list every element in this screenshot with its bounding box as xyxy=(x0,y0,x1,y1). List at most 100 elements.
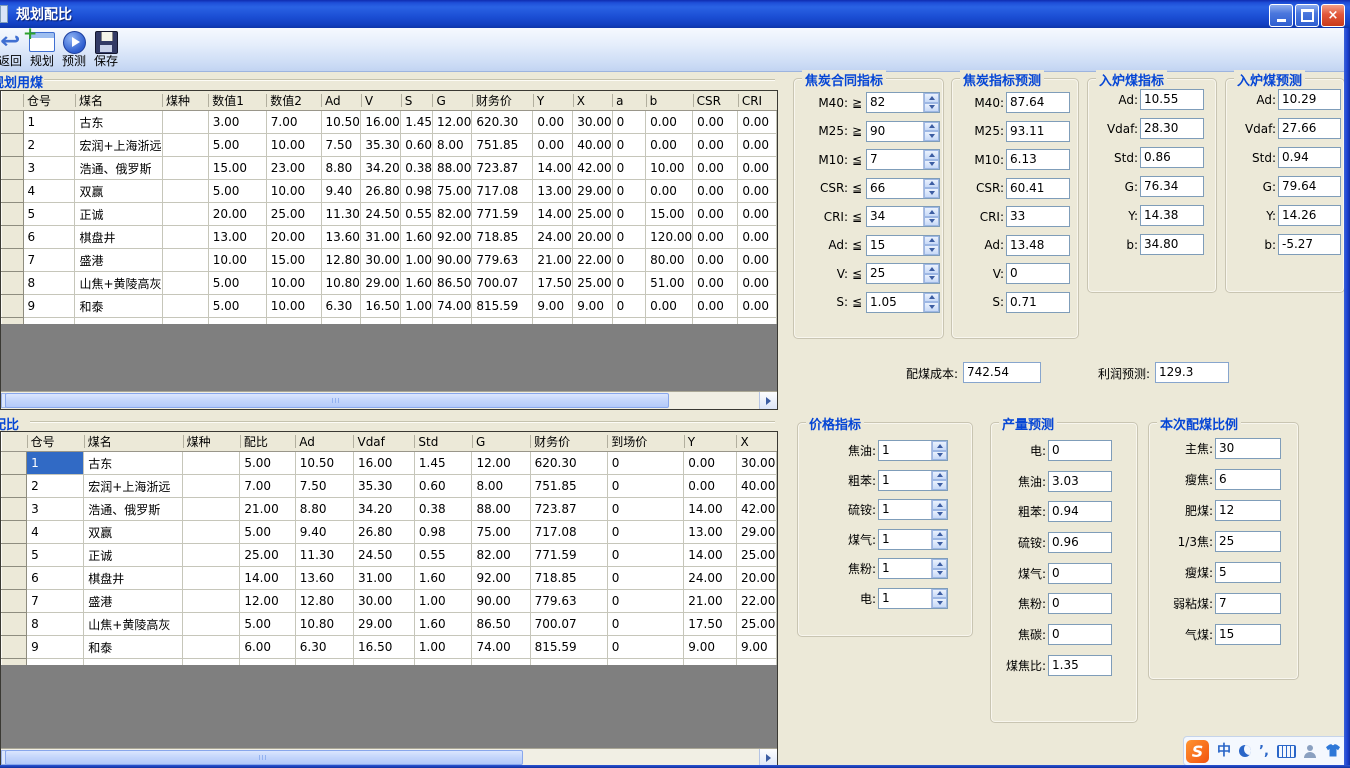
profit-field[interactable]: 129.3 xyxy=(1155,362,1229,383)
cell[interactable]: 75.00 xyxy=(472,521,530,544)
cell[interactable]: 0.00 xyxy=(646,134,693,157)
cost-field[interactable]: 742.54 xyxy=(963,362,1041,383)
text-field[interactable]: 79.64 xyxy=(1278,176,1341,197)
cell[interactable]: 5.00 xyxy=(208,272,266,295)
cell[interactable]: 0.00 xyxy=(738,134,777,157)
cell[interactable] xyxy=(183,567,240,590)
cell[interactable]: 0 xyxy=(612,180,646,203)
close-button[interactable]: × xyxy=(1321,4,1345,27)
spin-down-button[interactable] xyxy=(924,131,939,141)
cell[interactable]: 0.00 xyxy=(693,180,738,203)
cell[interactable]: 0.38 xyxy=(401,157,433,180)
cell[interactable]: 25.00 xyxy=(240,544,295,567)
planning-table-hscrollbar[interactable] xyxy=(1,391,777,409)
cell[interactable]: 0 xyxy=(612,203,646,226)
spin-up-button[interactable] xyxy=(924,179,939,189)
cell[interactable]: 12.80 xyxy=(295,590,353,613)
text-field[interactable]: 33 xyxy=(1006,206,1070,227)
row-selector[interactable] xyxy=(2,475,27,498)
text-field[interactable]: 14.38 xyxy=(1140,205,1204,226)
cell[interactable]: 0 xyxy=(612,272,646,295)
cell[interactable]: 0.98 xyxy=(401,180,433,203)
cell[interactable]: 30.00 xyxy=(361,249,401,272)
maximize-button[interactable] xyxy=(1295,4,1319,27)
cell[interactable]: 10.00 xyxy=(266,272,321,295)
spin-input[interactable]: 66 xyxy=(866,178,940,199)
cell[interactable]: 22.00 xyxy=(736,590,776,613)
cell[interactable]: 0 xyxy=(607,636,684,659)
cell[interactable]: 21.00 xyxy=(684,590,737,613)
cell[interactable]: 0.00 xyxy=(738,249,777,272)
cell[interactable]: 0 xyxy=(612,295,646,318)
row-selector[interactable] xyxy=(2,498,27,521)
cell[interactable]: 9.40 xyxy=(295,521,353,544)
cell[interactable]: 25.00 xyxy=(736,613,776,636)
cell[interactable]: 1.00 xyxy=(414,590,472,613)
row-selector[interactable] xyxy=(2,134,24,157)
spin-up-button[interactable] xyxy=(932,589,947,599)
spin-down-button[interactable] xyxy=(924,245,939,255)
cell[interactable]: 棋盘井 xyxy=(75,226,162,249)
column-header[interactable]: 仓号 xyxy=(23,91,75,111)
cell[interactable]: 9.00 xyxy=(736,636,776,659)
cell[interactable]: 1.60 xyxy=(401,226,433,249)
cell[interactable]: 779.63 xyxy=(530,590,607,613)
cell[interactable]: 0 xyxy=(607,544,684,567)
cell[interactable]: 0.60 xyxy=(401,134,433,157)
cell[interactable]: 0.00 xyxy=(693,295,738,318)
spin-up-button[interactable] xyxy=(932,471,947,481)
row-selector[interactable] xyxy=(2,272,24,295)
cell[interactable] xyxy=(183,475,240,498)
cell[interactable]: 1.45 xyxy=(401,111,433,134)
cell[interactable]: 5.00 xyxy=(208,180,266,203)
chinese-mode-icon[interactable]: 中 xyxy=(1217,744,1231,758)
cell[interactable]: 74.00 xyxy=(432,295,471,318)
row-selector[interactable] xyxy=(2,567,27,590)
row-selector[interactable] xyxy=(2,544,27,567)
cell[interactable]: 7.00 xyxy=(266,111,321,134)
spin-value[interactable]: 1 xyxy=(879,500,931,519)
cell[interactable]: 700.07 xyxy=(472,272,533,295)
spin-value[interactable]: 1 xyxy=(879,559,931,578)
cell[interactable]: 10.00 xyxy=(266,134,321,157)
cell[interactable]: 88.00 xyxy=(432,157,471,180)
cell[interactable] xyxy=(183,544,240,567)
cell[interactable] xyxy=(162,134,208,157)
cell[interactable]: 正诚 xyxy=(75,203,162,226)
skin-shirt-icon[interactable] xyxy=(1325,744,1341,758)
cell[interactable]: 5.00 xyxy=(240,452,295,475)
ratio-table-hscrollbar[interactable] xyxy=(1,748,777,766)
text-field[interactable]: 13.48 xyxy=(1006,235,1070,256)
spin-value[interactable]: 7 xyxy=(867,150,923,169)
column-header[interactable]: Vdaf xyxy=(353,432,414,452)
cell[interactable] xyxy=(162,203,208,226)
row-selector[interactable] xyxy=(2,590,27,613)
sogou-logo-icon[interactable]: S xyxy=(1186,740,1209,763)
cell[interactable]: 80.00 xyxy=(646,249,693,272)
cell[interactable]: 0 xyxy=(607,567,684,590)
spin-input[interactable]: 1 xyxy=(878,440,948,461)
cell[interactable]: 15.00 xyxy=(646,203,693,226)
cell[interactable] xyxy=(162,249,208,272)
cell[interactable]: 26.80 xyxy=(361,180,401,203)
cell[interactable]: 和泰 xyxy=(84,636,183,659)
column-header[interactable]: 财务价 xyxy=(472,91,533,111)
cell[interactable]: 751.85 xyxy=(530,475,607,498)
row-selector[interactable] xyxy=(2,521,27,544)
spin-down-button[interactable] xyxy=(932,480,947,490)
scrollbar-thumb[interactable] xyxy=(5,393,669,408)
cell[interactable]: 1.00 xyxy=(401,249,433,272)
cell[interactable]: 82.00 xyxy=(472,544,530,567)
cell[interactable]: 6 xyxy=(23,226,75,249)
cell[interactable]: 14.00 xyxy=(533,157,573,180)
spin-input[interactable]: 1 xyxy=(878,529,948,550)
cell[interactable]: 0 xyxy=(612,111,646,134)
column-header[interactable]: CSR xyxy=(693,91,738,111)
cell[interactable]: 12.00 xyxy=(472,452,530,475)
cell[interactable]: 0.00 xyxy=(693,272,738,295)
cell[interactable]: 92.00 xyxy=(432,226,471,249)
text-field[interactable]: 30 xyxy=(1215,438,1281,459)
cell[interactable]: 10.50 xyxy=(321,111,361,134)
column-header[interactable]: Y xyxy=(533,91,573,111)
cell[interactable]: 8 xyxy=(23,272,75,295)
